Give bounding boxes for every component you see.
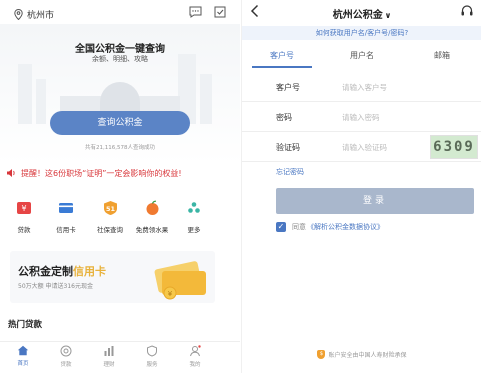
forgot-password-link[interactable]: 忘记密码 — [276, 167, 304, 177]
city-selector[interactable]: 杭州市 — [14, 8, 54, 21]
profile-icon — [190, 345, 201, 357]
hot-loans-title: 热门贷款 — [8, 320, 43, 330]
bottom-tab-bar: 首页 贷款 理财 服务 我的 — [0, 341, 240, 373]
tab-email[interactable]: 邮箱 — [402, 50, 481, 61]
svg-text:¥: ¥ — [21, 204, 26, 213]
tab-username[interactable]: 用户名 — [322, 50, 402, 61]
home-icon — [17, 345, 29, 356]
credit-card-promo[interactable]: 公积金定制信用卡 50万大额 申请送316元现金 ¥ — [10, 251, 215, 303]
agreement-checkbox[interactable]: ✓ — [276, 222, 286, 232]
agreement-link[interactable]: 《解析公积金数据协议》 — [307, 222, 384, 232]
active-tab-indicator — [252, 66, 312, 68]
fruit-icon — [146, 200, 158, 215]
customer-service-icon[interactable] — [460, 4, 474, 18]
chevron-down-icon: ∨ — [384, 11, 392, 20]
hero-title: 全国公积金一键查询 — [75, 44, 165, 55]
password-label: 密码 — [276, 113, 292, 122]
checkin-icon[interactable] — [214, 6, 226, 18]
login-screen: 杭州公积金∨ 如何获取用户名/客户号/密码? 客户号 用户名 邮箱 客户号 密码… — [241, 0, 481, 373]
tab-finance[interactable]: 理财 — [94, 345, 124, 368]
service-item-more[interactable]: 更多 — [174, 198, 214, 234]
customer-number-label: 客户号 — [276, 83, 300, 92]
cash-illustration-icon: ¥ — [154, 261, 206, 300]
tab-loan[interactable]: 贷款 — [51, 345, 81, 368]
password-row: 密码 — [242, 102, 481, 132]
security-note: $ 账户安全由中国人寿财险承保 — [242, 350, 481, 359]
tab-customer-number[interactable]: 客户号 — [242, 50, 322, 61]
loan-icon: ¥ — [17, 202, 31, 214]
service-item-credit-card[interactable]: 信用卡 — [46, 198, 86, 234]
notice-text: 提醒！这6份职场“证明”一定会影响你的权益! — [21, 168, 182, 178]
promo-title: 公积金定制信用卡 — [18, 265, 106, 278]
login-button[interactable]: 登录 — [276, 188, 474, 214]
bank-building-illustration — [100, 82, 140, 112]
tab-home[interactable]: 首页 — [8, 345, 38, 367]
service-grid: ¥ 贷款 信用卡 51 社保查询 免费领水果 更多 — [0, 198, 240, 240]
nav-header: 杭州公积金 ∨ — [242, 0, 481, 26]
customer-number-row: 客户号 — [242, 72, 481, 102]
insurance-badge-icon: $ — [317, 350, 326, 359]
social-security-icon: 51 — [103, 201, 117, 215]
captcha-input[interactable] — [342, 139, 432, 155]
query-count: 共有21,116,578人查询成功 — [85, 145, 155, 151]
hero-subtitle: 余额、明细、攻略 — [92, 55, 148, 63]
captcha-label: 验证码 — [276, 143, 300, 152]
city-name: 杭州市 — [27, 11, 55, 21]
notice-bar[interactable]: 提醒！这6份职场“证明”一定会影响你的权益! — [6, 166, 236, 180]
city-fund-title[interactable]: 杭州公积金 ∨ — [242, 6, 481, 21]
customer-number-input[interactable] — [342, 79, 432, 95]
service-item-free-fruit[interactable]: 免费领水果 — [132, 198, 172, 234]
tab-profile[interactable]: 我的 — [180, 345, 210, 368]
service-item-loan[interactable]: ¥ 贷款 — [4, 198, 44, 234]
home-screen: 杭州市 全国公积金一键查询 余额、明细、攻略 查询公积金 共有21,116,57… — [0, 0, 240, 373]
svg-text:51: 51 — [105, 205, 115, 213]
more-icon — [188, 202, 200, 213]
service-icon — [147, 345, 157, 357]
svg-text:¥: ¥ — [168, 290, 173, 298]
speaker-icon — [7, 169, 15, 177]
help-link[interactable]: 如何获取用户名/客户号/密码? — [242, 26, 481, 40]
tab-service[interactable]: 服务 — [137, 345, 167, 368]
message-icon[interactable] — [189, 6, 202, 18]
agreement-row: ✓ 同意 《解析公积金数据协议》 — [276, 222, 384, 232]
captcha-image[interactable]: 6309 — [430, 135, 478, 159]
agreement-prefix: 同意 — [292, 223, 306, 231]
finance-icon — [104, 346, 114, 356]
login-type-tabs: 客户号 用户名 邮箱 — [242, 46, 481, 68]
query-fund-button[interactable]: 查询公积金 — [50, 111, 190, 135]
captcha-row: 验证码 6309 — [242, 132, 481, 162]
location-pin-icon — [14, 9, 23, 20]
service-item-social-security[interactable]: 51 社保查询 — [90, 198, 130, 234]
security-note-text: 账户安全由中国人寿财险承保 — [328, 352, 407, 359]
promo-subtitle: 50万大额 申请送316元现金 — [18, 283, 93, 290]
loan-tab-icon — [60, 345, 72, 357]
credit-card-icon — [59, 203, 73, 213]
password-input[interactable] — [342, 109, 432, 125]
